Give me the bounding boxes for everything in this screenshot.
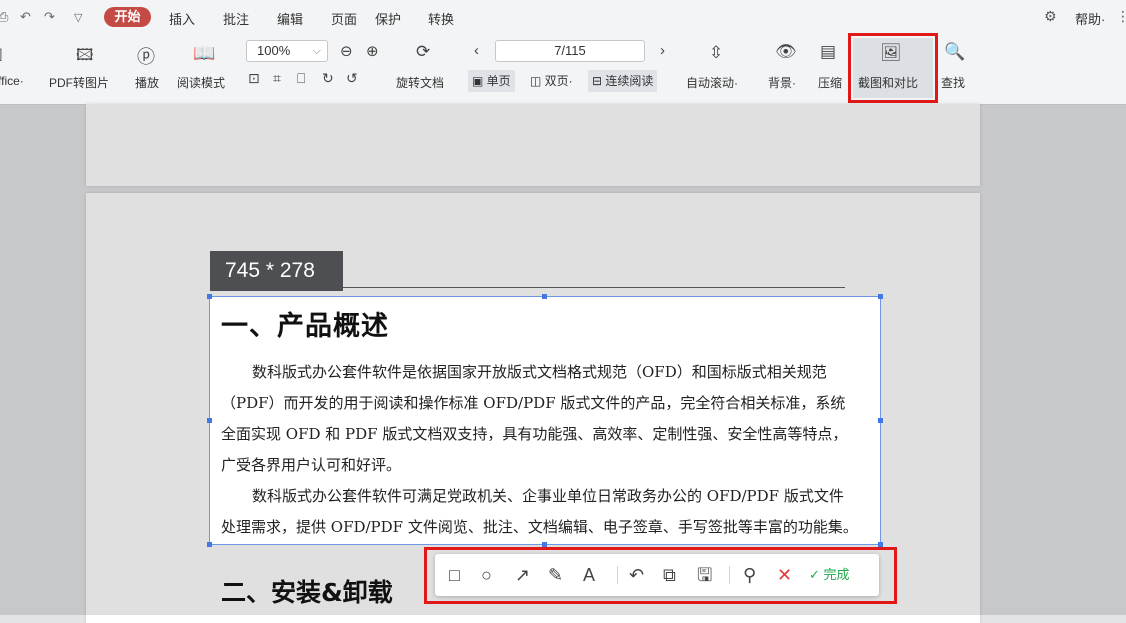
fit-width-icon[interactable]: ⎕ xyxy=(297,70,305,87)
menu-row: ⎙ ↶ ↷ ▽ 开始 插入 批注 编辑 页面 保护 转换 ⚙ 帮助· ⋮ xyxy=(0,0,1126,34)
tab-edit[interactable]: 编辑 xyxy=(277,9,303,28)
office-icon[interactable]: ▯ xyxy=(0,44,3,64)
paragraph-line: （PDF）而开发的用于阅读和操作标准 OFD/PDF 版式文件的产品，完全符合相… xyxy=(221,394,846,412)
background-button[interactable]: 背景· xyxy=(768,74,796,91)
resize-handle-w[interactable] xyxy=(207,418,212,423)
highlight-screenshot-tool xyxy=(848,33,938,103)
heading-install-uninstall: 二、安装&卸载 xyxy=(221,578,393,607)
fit-page-icon[interactable]: ⌗ xyxy=(273,70,281,87)
heading-rule xyxy=(343,287,845,288)
quick-access-dropdown-icon[interactable]: ▽ xyxy=(74,11,82,24)
page-indicator[interactable]: 7/115 xyxy=(495,40,645,62)
undo-icon[interactable]: ↶ xyxy=(20,9,31,25)
single-page-label: 单页 xyxy=(486,74,511,88)
compress-button[interactable]: 压缩 xyxy=(818,74,842,91)
continuous-label: 连续阅读 xyxy=(605,74,654,88)
tab-protect[interactable]: 保护 xyxy=(375,9,401,28)
tab-page[interactable]: 页面 xyxy=(331,9,357,28)
paragraph-line: 数科版式办公套件软件是依据国家开放版式文档格式规范（OFD）和国标版式相关规范 xyxy=(252,363,827,381)
paragraph-line: 数科版式办公套件软件可满足党政机关、企事业单位日常政务办公的 OFD/PDF 版… xyxy=(252,487,844,505)
resize-handle-e[interactable] xyxy=(878,418,883,423)
more-icon[interactable]: ⋮ xyxy=(1116,8,1126,25)
single-page-button[interactable]: ▣ 单页 xyxy=(468,70,515,92)
heading-product-overview: 一、产品概述 xyxy=(221,311,389,342)
settings-icon[interactable]: ⚙ xyxy=(1044,8,1057,25)
continuous-icon: ⊟ xyxy=(592,74,606,88)
paragraph-line: 广受各界用户认可和好评。 xyxy=(221,456,402,474)
single-page-icon: ▣ xyxy=(472,74,487,88)
office-button[interactable]: ffice· xyxy=(0,74,24,88)
double-page-button[interactable]: ◫ 双页· xyxy=(526,70,577,92)
rotate-doc-button[interactable]: 旋转文档 xyxy=(396,74,444,91)
find-button[interactable]: 查找 xyxy=(941,74,965,91)
tab-start[interactable]: 开始 xyxy=(104,7,151,27)
play-button[interactable]: 播放 xyxy=(135,74,159,91)
zoom-out-icon[interactable]: ⊖ xyxy=(340,42,353,60)
resize-handle-sw[interactable] xyxy=(207,542,212,547)
redo-icon[interactable]: ↷ xyxy=(44,9,55,25)
auto-scroll-button[interactable]: 自动滚动· xyxy=(686,74,738,91)
auto-scroll-icon[interactable]: ⇳ xyxy=(709,43,723,63)
continuous-reading-button[interactable]: ⊟ 连续阅读 xyxy=(588,70,658,92)
chevron-down-icon: ⌵ xyxy=(312,45,321,57)
capture-size-badge: 745 * 278 xyxy=(210,251,343,291)
zoom-in-icon[interactable]: ⊕ xyxy=(366,42,379,60)
play-icon[interactable]: ⓟ xyxy=(137,43,155,69)
prev-page-icon[interactable]: ‹ xyxy=(474,42,479,59)
help-menu[interactable]: 帮助· xyxy=(1075,9,1105,28)
paragraph-line: 处理需求，提供 OFD/PDF 文件阅览、批注、文档编辑、电子签章、手写签批等丰… xyxy=(221,518,858,536)
resize-handle-nw[interactable] xyxy=(207,294,212,299)
top-toolbar: ⎙ ↶ ↷ ▽ 开始 插入 批注 编辑 页面 保护 转换 ⚙ 帮助· ⋮ ▯ 🖾… xyxy=(0,0,1126,105)
rotate-left-icon[interactable]: ↺ xyxy=(346,70,358,87)
compress-icon[interactable]: ▤ xyxy=(820,42,836,62)
double-page-label: 双页· xyxy=(544,74,573,88)
tab-convert[interactable]: 转换 xyxy=(428,9,454,28)
double-page-icon: ◫ xyxy=(530,74,545,88)
tab-insert[interactable]: 插入 xyxy=(169,9,195,28)
rotate-right-icon[interactable]: ↻ xyxy=(322,70,334,87)
book-icon[interactable]: 📖 xyxy=(193,43,215,64)
actual-size-icon[interactable]: ⊡ xyxy=(248,70,260,87)
pdf-to-image-icon[interactable]: 🖾 xyxy=(76,44,93,71)
zoom-select[interactable]: 100% ⌵ xyxy=(246,40,328,62)
eye-icon[interactable]: 👁 xyxy=(775,42,797,62)
save-icon[interactable]: ⎙ xyxy=(0,9,8,25)
tab-annotate[interactable]: 批注 xyxy=(223,9,249,28)
reading-mode-button[interactable]: 阅读模式 xyxy=(177,74,225,91)
search-icon[interactable]: 🔍 xyxy=(944,42,965,62)
highlight-annotation-toolbar xyxy=(424,547,897,604)
pdf-to-image-button[interactable]: PDF转图片 xyxy=(49,74,109,91)
zoom-value: 100% xyxy=(257,43,291,58)
resize-handle-n[interactable] xyxy=(542,294,547,299)
rotate-doc-icon[interactable]: ⟳ xyxy=(416,42,430,62)
next-page-icon[interactable]: › xyxy=(660,42,665,59)
resize-handle-ne[interactable] xyxy=(878,294,883,299)
paragraph-line: 全面实现 OFD 和 PDF 版式文档双支持，具有功能强、高效率、定制性强、安全… xyxy=(221,425,848,443)
